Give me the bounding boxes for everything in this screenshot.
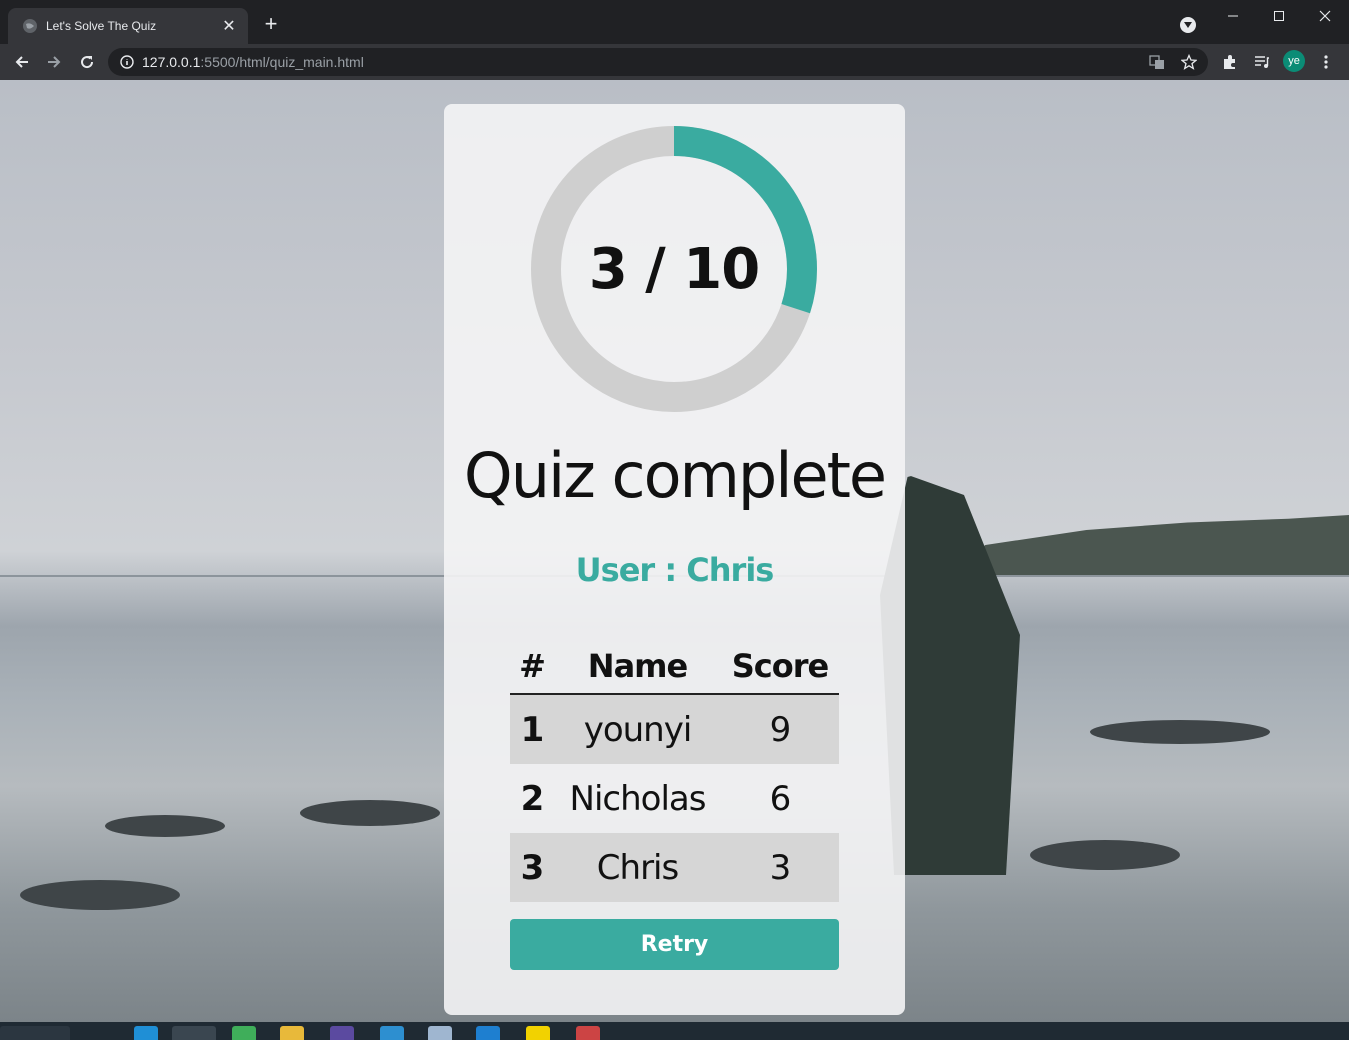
app-icon[interactable]	[232, 1026, 256, 1040]
retry-button[interactable]: Retry	[510, 919, 839, 970]
table-row: 2 Nicholas 6	[510, 764, 839, 833]
app-icon[interactable]	[526, 1026, 550, 1040]
edge-icon[interactable]	[134, 1026, 158, 1040]
row-score: 3	[769, 847, 792, 888]
close-tab-icon[interactable]: ✕	[220, 16, 238, 36]
row-rank: 3	[520, 847, 545, 888]
arrow-left-icon	[15, 56, 28, 68]
row-name: Chris	[596, 847, 679, 888]
maximize-button[interactable]	[1257, 4, 1301, 28]
tab-search-button[interactable]	[1180, 17, 1196, 33]
table-header: # Name Score	[510, 639, 839, 695]
leaderboard-table: # Name Score 1 younyi 9 2 Nicholas 6 3 C…	[510, 639, 839, 902]
table-row: 1 younyi 9	[510, 695, 839, 764]
translate-icon[interactable]	[1149, 54, 1165, 70]
score-text: 3 / 10	[588, 236, 760, 302]
row-name: Nicholas	[569, 778, 707, 819]
os-taskbar	[0, 1022, 1349, 1040]
table-row: 3 Chris 3	[510, 833, 839, 902]
playlist-icon	[1255, 56, 1269, 68]
minimize-icon	[1228, 15, 1238, 17]
reload-icon	[81, 56, 94, 69]
forward-button[interactable]	[40, 48, 68, 76]
close-window-button[interactable]	[1303, 4, 1347, 28]
back-button[interactable]	[8, 48, 36, 76]
url-path: :5500/html/quiz_main.html	[200, 54, 364, 70]
profile-avatar[interactable]: ye	[1283, 50, 1305, 72]
page-title: Quiz complete	[463, 439, 887, 512]
bookmark-star-icon[interactable]	[1181, 54, 1197, 70]
row-name: younyi	[583, 709, 693, 750]
address-bar[interactable]: 127.0.0.1:5500/html/quiz_main.html	[108, 48, 1208, 76]
maximize-icon	[1274, 11, 1284, 21]
app-icon[interactable]	[380, 1026, 404, 1040]
new-tab-button[interactable]: +	[259, 12, 283, 36]
menu-button[interactable]	[1312, 48, 1340, 76]
minimize-button[interactable]	[1211, 4, 1255, 28]
header-name: Name	[587, 647, 688, 685]
result-card: 3 / 10 Quiz complete User : Chris # Name…	[444, 104, 905, 1015]
row-score: 9	[769, 709, 792, 750]
user-label: User : Chris	[575, 551, 775, 589]
folder-icon[interactable]	[280, 1026, 304, 1040]
row-rank: 2	[520, 778, 545, 819]
background-rock	[1090, 720, 1270, 744]
arrow-right-icon	[48, 56, 61, 68]
header-score: Score	[731, 647, 829, 685]
extensions-button[interactable]	[1216, 48, 1244, 76]
row-score: 6	[769, 778, 792, 819]
vscode-icon[interactable]	[476, 1026, 500, 1040]
background-rock	[300, 800, 440, 826]
background-rock	[105, 815, 225, 837]
header-rank: #	[519, 647, 546, 685]
background-hill	[945, 515, 1349, 575]
browser-toolbar: 127.0.0.1:5500/html/quiz_main.html ye	[0, 44, 1349, 80]
reload-button[interactable]	[73, 48, 101, 76]
puzzle-icon	[1224, 55, 1235, 69]
app-icon[interactable]	[330, 1026, 354, 1040]
more-vertical-icon	[1324, 55, 1328, 69]
tab-title: Let's Solve The Quiz	[46, 19, 157, 33]
page-viewport: 3 / 10 Quiz complete User : Chris # Name…	[0, 80, 1349, 1022]
media-control-button[interactable]	[1248, 48, 1276, 76]
globe-icon	[22, 18, 38, 34]
background-rock	[20, 880, 180, 910]
close-icon	[1319, 10, 1331, 22]
info-icon[interactable]	[120, 55, 134, 69]
row-rank: 1	[520, 709, 545, 750]
chrome-icon[interactable]	[172, 1026, 216, 1040]
tab-strip: Let's Solve The Quiz ✕ +	[0, 0, 1349, 44]
background-rock	[1030, 840, 1180, 870]
url-host: 127.0.0.1	[142, 54, 201, 70]
app-icon[interactable]	[428, 1026, 452, 1040]
app-icon[interactable]	[576, 1026, 600, 1040]
start-area[interactable]	[0, 1026, 70, 1040]
browser-tab[interactable]: Let's Solve The Quiz ✕	[8, 8, 248, 44]
chevron-down-icon	[1184, 22, 1192, 28]
